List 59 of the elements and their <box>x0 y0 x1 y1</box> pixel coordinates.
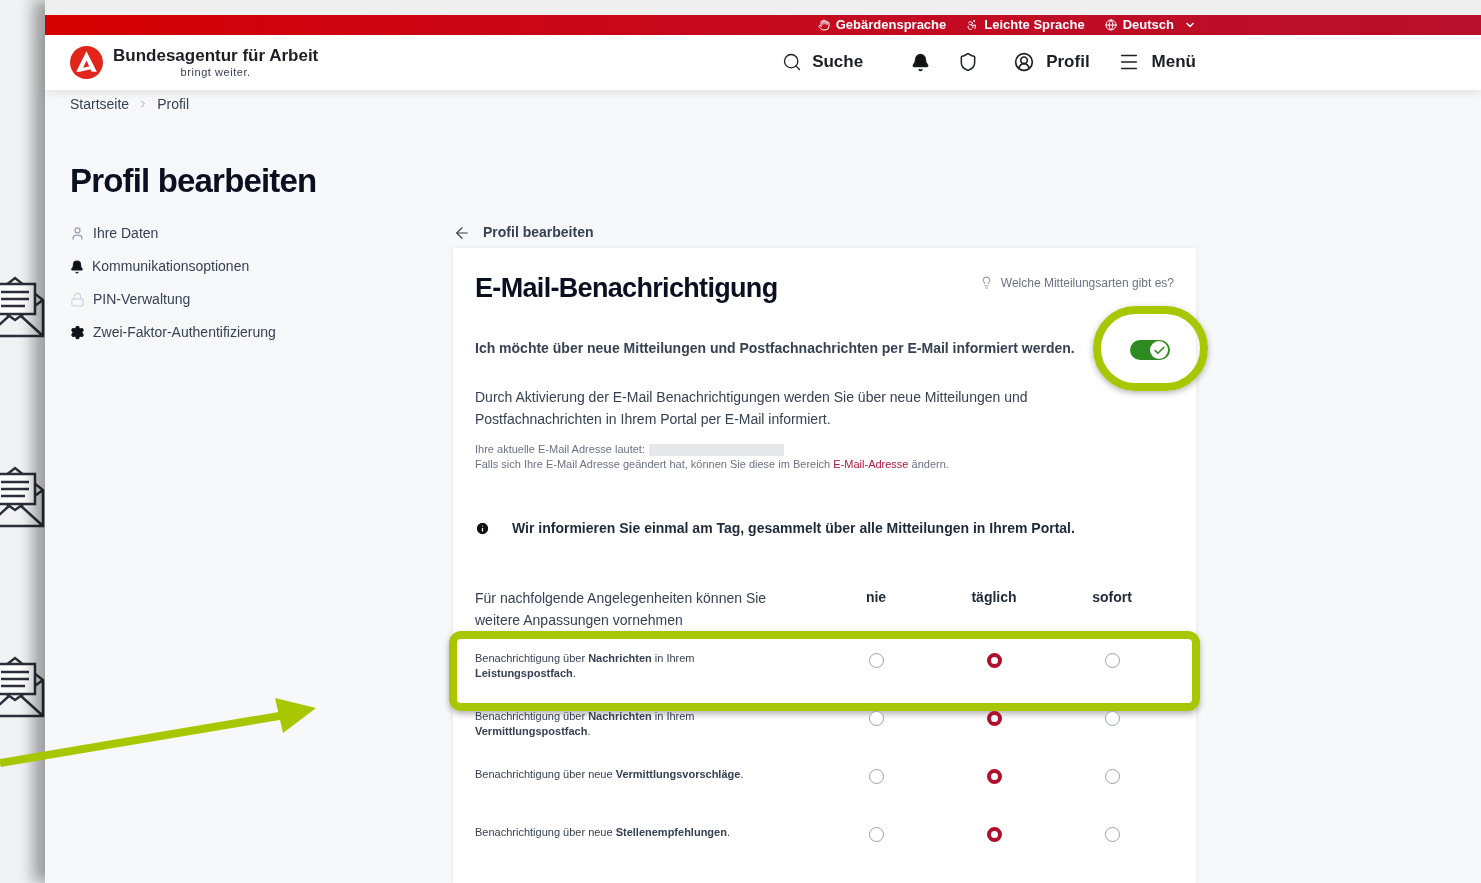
description-text: Durch Aktivierung der E-Mail Benachrichtigungen werden Sie über neue Mitteilungen und Postfachnachrichten in Ihrem Portal per E-Mail informiert. <box>475 388 1029 429</box>
back-link[interactable]: Profil bearbeiten <box>453 222 1196 243</box>
page-title: Profil bearbeiten <box>69 162 318 199</box>
hand-icon <box>817 18 830 31</box>
breadcrumb-link[interactable]: Profil <box>157 93 190 115</box>
notification-type: Benachrichtigung über Nachrichten in Ihrem Vermittlungspostfach. <box>475 709 696 739</box>
top-bar-link[interactable]: Deutsch <box>1104 15 1196 35</box>
radio-button[interactable] <box>986 769 1002 784</box>
radio-button[interactable] <box>868 827 884 842</box>
logo-icon <box>70 45 103 79</box>
menu-button[interactable]: Menü <box>1117 49 1196 75</box>
bell-icon <box>911 52 931 72</box>
radio-button[interactable] <box>1104 711 1120 726</box>
sidebar-link[interactable]: Kommunikationsoptionen <box>70 256 453 277</box>
notification-type: Benachrichtigung über Nachrichten in Ihrem Leistungspostfach. <box>475 651 696 681</box>
email-address-link[interactable]: E-Mail-Adresse <box>833 458 909 470</box>
radio-button[interactable] <box>1104 827 1120 842</box>
search-icon <box>782 52 803 73</box>
notification-type: Benachrichtigung über neue Vermittlungsvorschläge. <box>475 767 745 782</box>
breadcrumb-link[interactable]: Startseite <box>70 93 130 115</box>
person-icon <box>70 226 85 241</box>
card-title: E-Mail-Benachrichtigung <box>475 271 778 305</box>
column-header: nie <box>865 588 887 607</box>
radio-button[interactable] <box>986 653 1002 668</box>
top-bar-link[interactable]: Leichte Sprache <box>966 15 1085 35</box>
radio-button[interactable] <box>868 711 884 726</box>
sidebar-link[interactable]: PIN-Verwaltung <box>70 289 453 310</box>
sidebar-link[interactable]: Zwei-Faktor-Authentifizierung <box>70 322 453 343</box>
sidebar-link[interactable]: Ihre Daten <box>70 223 453 244</box>
matrix-intro: Für nachfolgende Angelegenheiten können Sie weitere Anpassungen vornehmen <box>475 589 768 630</box>
radio-button[interactable] <box>868 769 884 784</box>
info-text: Wir informieren Sie einmal am Tag, gesammelt über alle Mitteilungen in Ihrem Portal. <box>512 519 1075 538</box>
globe-icon <box>1104 18 1117 31</box>
bell-icon <box>70 259 84 274</box>
radio-button[interactable] <box>1104 769 1120 784</box>
radio-button[interactable] <box>986 711 1002 726</box>
search-button[interactable]: Suche <box>782 49 864 75</box>
help-link[interactable]: Welche Mitteilungsarten gibt es? <box>979 273 1174 292</box>
email-toggle[interactable] <box>1130 340 1170 360</box>
radio-button[interactable] <box>868 653 884 668</box>
profile-icon <box>1014 52 1035 73</box>
radio-button[interactable] <box>986 827 1002 842</box>
column-header: sofort <box>1092 588 1132 607</box>
reader-icon <box>966 18 979 31</box>
notification-type: Benachrichtigung über neue Stellenempfehlungen. <box>475 825 731 840</box>
notifications-button[interactable] <box>911 52 931 72</box>
profile-button[interactable]: Profil <box>1014 49 1090 75</box>
brand-tagline: bringt weiter. <box>180 66 251 79</box>
gear-icon <box>70 325 85 340</box>
change-email-text: Falls sich Ihre E-Mail Adresse geändert hat, können Sie diese im Bereich E-Mail-Adresse ändern. <box>475 457 950 472</box>
check-icon <box>1152 343 1166 357</box>
brand-name: Bundesagentur für Arbeit <box>113 46 319 67</box>
info-icon <box>475 521 490 536</box>
lock-icon <box>70 292 85 307</box>
top-bar-link[interactable]: Gebärdensprache <box>817 15 947 35</box>
column-header: täglich <box>971 588 1017 607</box>
radio-button[interactable] <box>1104 653 1120 668</box>
toggle-label: Ich möchte über neue Mitteilungen und Postfachnachrichten per E-Mail informiert werden. <box>475 339 1075 358</box>
email-label: Ihre aktuelle E-Mail Adresse lautet: <box>475 442 645 457</box>
